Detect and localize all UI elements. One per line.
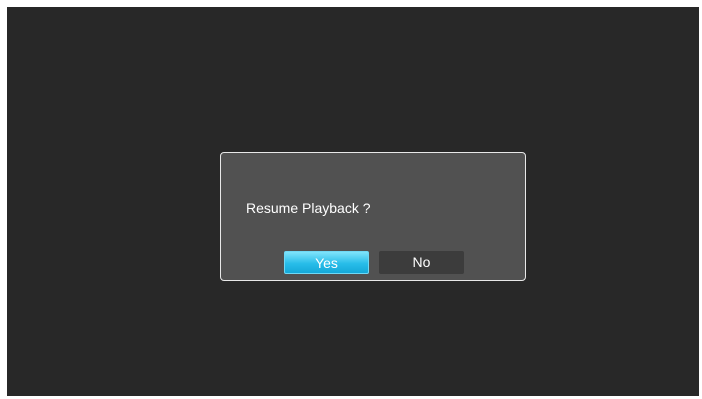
resume-playback-dialog: Resume Playback ? Yes No [220, 152, 526, 281]
tv-screen: Resume Playback ? Yes No [7, 7, 699, 396]
no-button[interactable]: No [379, 251, 464, 274]
dialog-message: Resume Playback ? [246, 200, 371, 216]
yes-button[interactable]: Yes [284, 251, 369, 274]
